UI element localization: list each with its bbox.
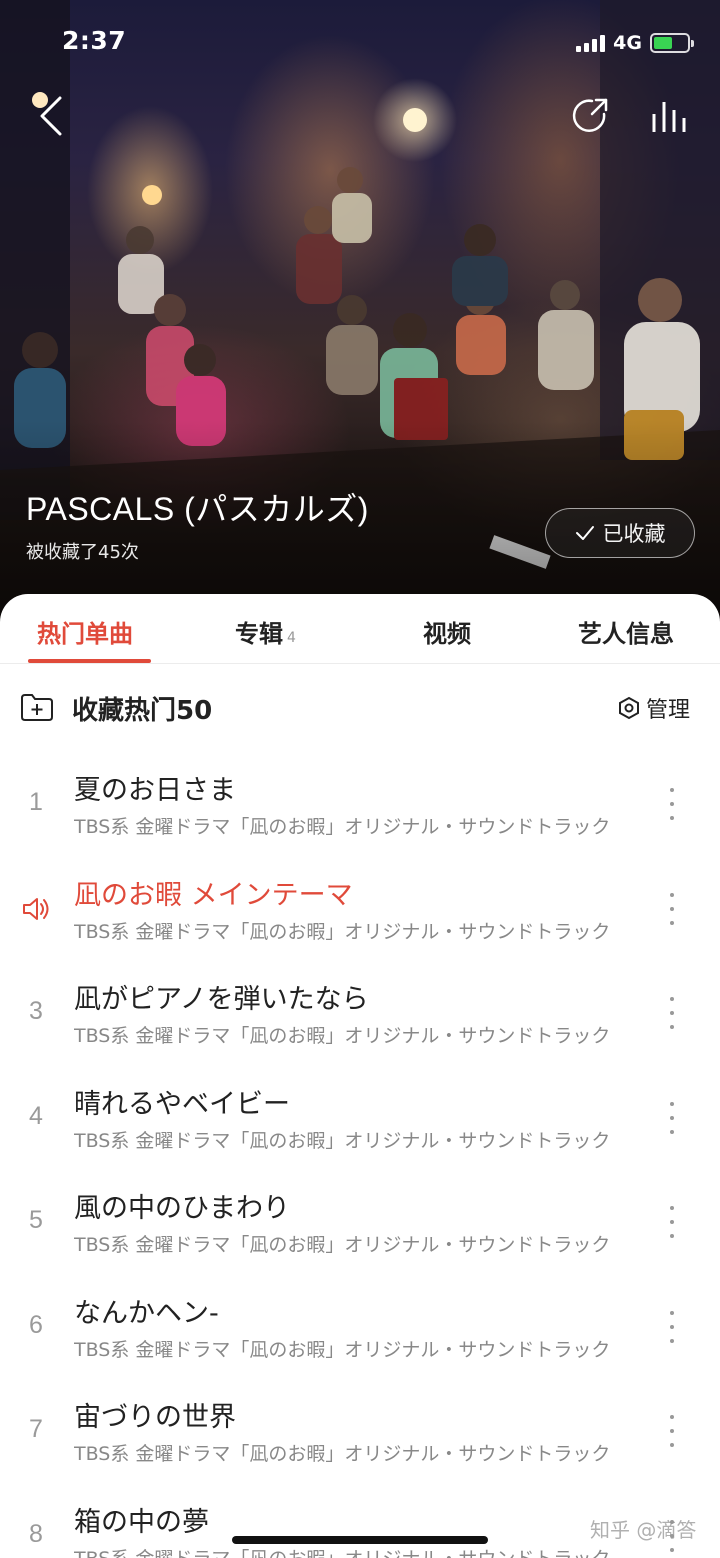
share-button[interactable]: [570, 96, 612, 136]
song-title: 箱の中の夢: [74, 1506, 209, 1538]
home-indicator[interactable]: [232, 1536, 488, 1544]
song-title: 風の中のひまわり: [74, 1193, 290, 1224]
song-title: 凪のお暇 メインテーマ: [74, 879, 353, 911]
song-row[interactable]: 5 風の中のひまわり TBS系 金曜ドラマ「凪のお暇」オリジナル・サウンドトラッ…: [0, 1168, 720, 1273]
song-album: TBS系 金曜ドラマ「凪のお暇」オリジナル・サウンドトラック: [74, 1129, 611, 1152]
collection-title: 收藏热门50: [72, 696, 213, 726]
now-playing-button[interactable]: [650, 96, 692, 136]
song-album: TBS系 金曜ドラマ「凪のお暇」オリジナル・サウンドトラック: [74, 1338, 611, 1361]
artist-name: PASCALS (パスカルズ): [26, 491, 369, 527]
song-album: TBS系 金曜ドラマ「凪のお暇」オリジナル・サウンドトラック: [74, 1443, 611, 1465]
song-album: TBS系 金曜ドラマ「凪のお暇」オリジナル・サウンドトラック: [74, 1544, 634, 1558]
battery-icon: [650, 33, 694, 53]
watermark: 知乎 @滴答: [590, 1518, 697, 1542]
song-title: 凪がピアノを弾いたなら: [74, 984, 369, 1015]
song-row[interactable]: 1 夏のお日さま TBS系 金曜ドラマ「凪のお暇」オリジナル・サウンドトラック: [0, 750, 720, 855]
song-row[interactable]: 6 なんかヘン- TBS系 金曜ドラマ「凪のお暇」オリジナル・サウンドトラック: [0, 1273, 720, 1378]
speaker-playing-icon: [23, 897, 49, 920]
manage-label: 管理: [645, 698, 690, 723]
tab-artist-info[interactable]: 艺人信息: [578, 614, 674, 649]
manage-button[interactable]: 管理: [618, 692, 690, 724]
song-album: TBS系 金曜ドラマ「凪のお暇」オリジナル・サウンドトラック: [74, 920, 611, 943]
song-row[interactable]: 3 凪がピアノを弾いたなら TBS系 金曜ドラマ「凪のお暇」オリジナル・サウンド…: [0, 959, 720, 1064]
song-album: TBS系 金曜ドラマ「凪のお暇」オリジナル・サウンドトラック: [74, 1025, 611, 1047]
add-folder-icon: [21, 694, 53, 721]
tab-videos[interactable]: 视频: [423, 614, 471, 649]
song-row[interactable]: 7 宙づりの世界 TBS系 金曜ドラマ「凪のお暇」オリジナル・サウンドトラック: [0, 1377, 720, 1482]
favorited-button[interactable]: 已收藏: [545, 508, 695, 558]
song-title: 晴れるやベイビー: [74, 1088, 290, 1120]
status-bar: 2:37 4G: [0, 0, 720, 86]
song-index: 8: [29, 1519, 43, 1548]
tab-hot-songs[interactable]: 热门单曲: [37, 614, 133, 649]
more-options-icon[interactable]: [660, 1202, 684, 1242]
song-index: 3: [29, 997, 43, 1025]
song-row-playing[interactable]: 凪のお暇 メインテーマ TBS系 金曜ドラマ「凪のお暇」オリジナル・サウンドトラ…: [0, 855, 720, 960]
tab-albums[interactable]: 专辑 4: [235, 614, 296, 649]
song-index: 4: [29, 1101, 43, 1130]
add-folder-button[interactable]: [20, 692, 54, 722]
chevron-left-icon: [40, 96, 62, 136]
song-index: 6: [29, 1310, 43, 1339]
collect-hot50-row: 收藏热门50 管理: [0, 664, 720, 750]
song-index: 5: [29, 1206, 43, 1234]
active-tab-indicator: [28, 659, 151, 663]
song-title: 夏のお日さま: [74, 775, 236, 806]
song-index: 1: [29, 788, 43, 816]
song-list: 1 夏のお日さま TBS系 金曜ドラマ「凪のお暇」オリジナル・サウンドトラック …: [0, 750, 720, 1558]
more-options-icon[interactable]: [660, 1098, 684, 1138]
song-row[interactable]: 4 晴れるやベイビー TBS系 金曜ドラマ「凪のお暇」オリジナル・サウンドトラッ…: [0, 1064, 720, 1169]
song-album: TBS系 金曜ドラマ「凪のお暇」オリジナル・サウンドトラック: [74, 816, 611, 838]
song-title: 宙づりの世界: [74, 1402, 236, 1433]
song-album: TBS系 金曜ドラマ「凪のお暇」オリジナル・サウンドトラック: [74, 1234, 611, 1256]
more-options-icon[interactable]: [660, 784, 684, 824]
status-time: 2:37: [62, 26, 127, 55]
equalizer-icon: [652, 102, 686, 132]
favorited-button-label: 已收藏: [602, 522, 666, 546]
more-options-icon[interactable]: [660, 993, 684, 1033]
share-icon: [572, 98, 608, 132]
favorited-count: 被收藏了45次: [26, 542, 139, 563]
signal-icon: [576, 34, 606, 52]
more-options-icon[interactable]: [660, 1307, 684, 1347]
album-count: 4: [287, 630, 296, 646]
song-title: なんかヘン-: [74, 1297, 219, 1329]
more-options-icon[interactable]: [660, 889, 684, 929]
tab-bar: 热门单曲 专辑 4 视频 艺人信息: [0, 594, 720, 664]
status-indicators: 4G: [576, 30, 694, 56]
back-button[interactable]: [34, 94, 74, 138]
content-sheet: 热门单曲 专辑 4 视频 艺人信息 收藏热门50 管理 1 夏のお日さま TBS…: [0, 594, 720, 1558]
check-icon: [575, 526, 594, 540]
settings-hexagon-icon: [618, 696, 639, 720]
more-options-icon[interactable]: [660, 1411, 684, 1451]
network-type: 4G: [613, 32, 642, 54]
song-index: 7: [29, 1415, 43, 1443]
